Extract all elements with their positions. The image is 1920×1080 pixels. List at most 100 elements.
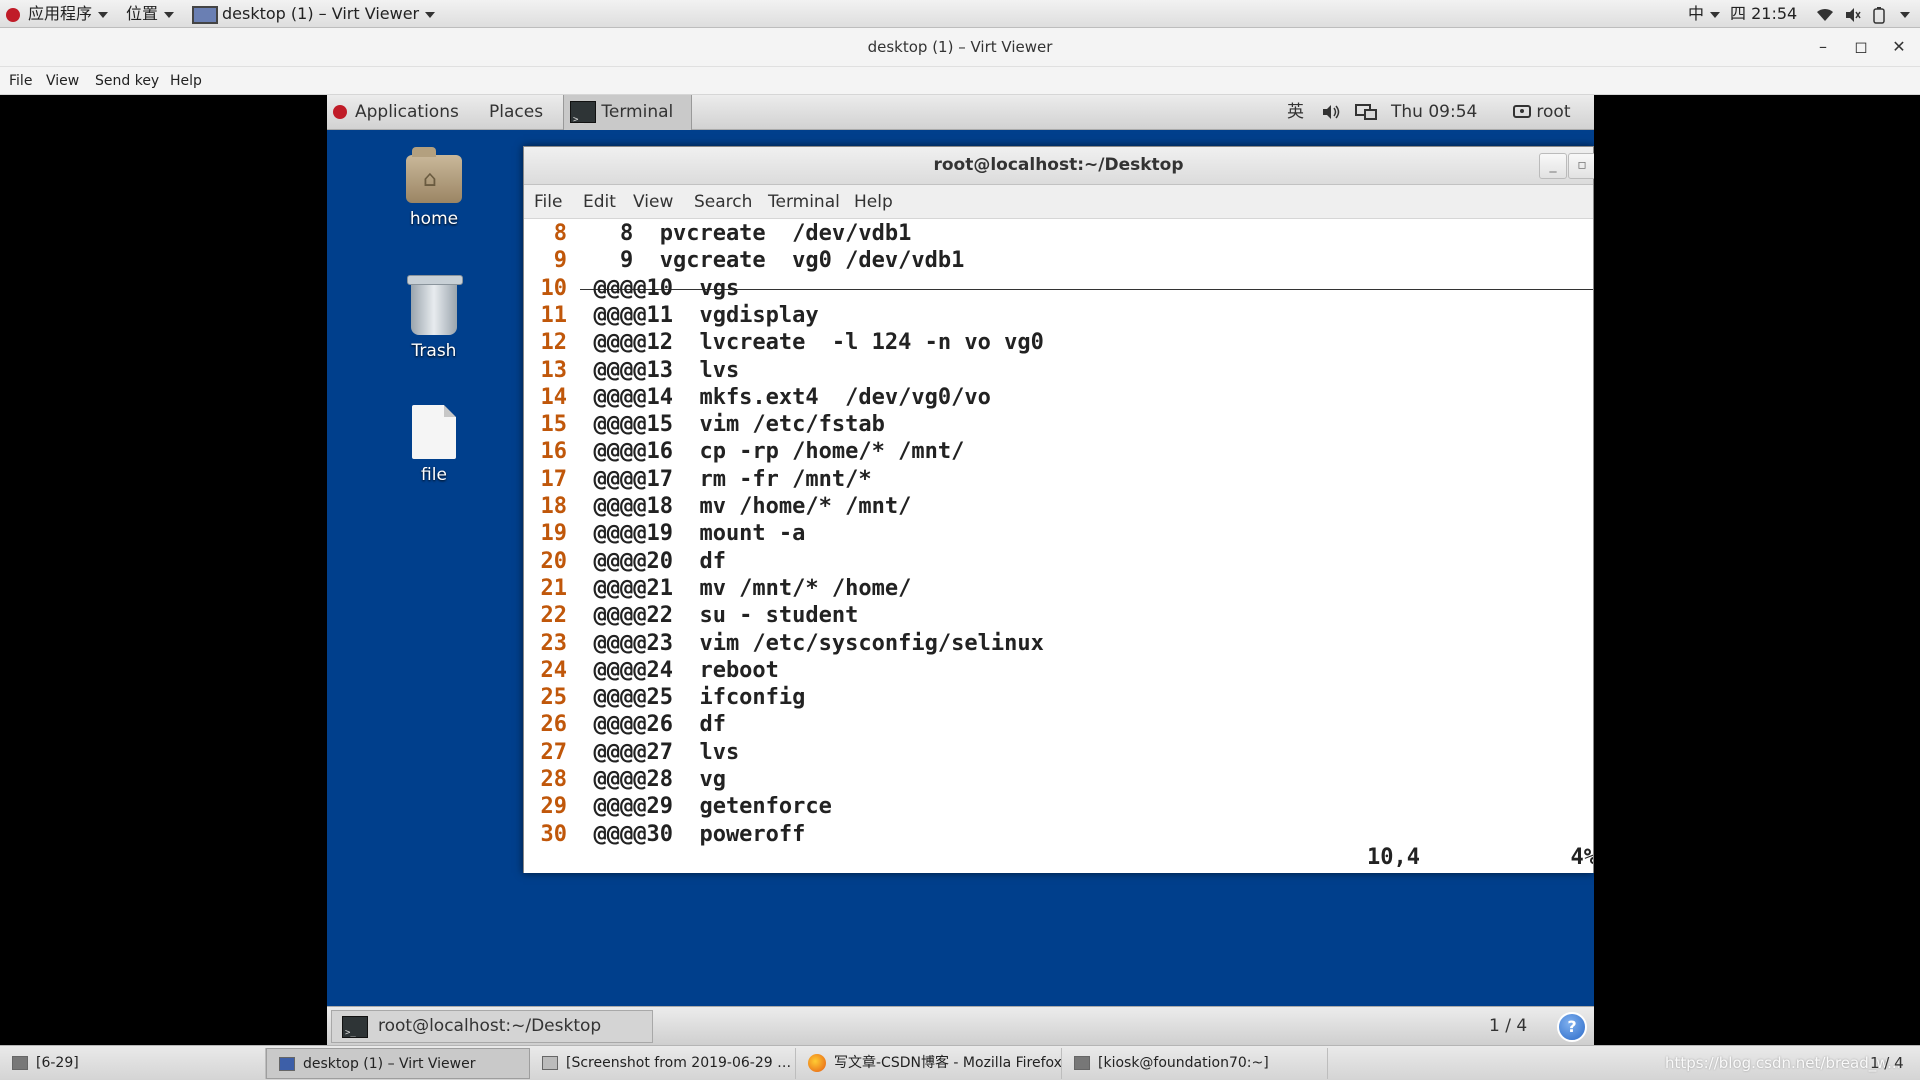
host-task-4[interactable]: 写文章-CSDN博客 - Mozilla Firefox: [796, 1048, 1062, 1079]
desktop-icon-label: Trash: [411, 341, 457, 361]
line-text: @@@@25 ifconfig: [567, 685, 806, 711]
line-text: @@@@15 vim /etc/fstab: [567, 412, 885, 438]
fedora-logo-icon: [6, 7, 20, 22]
vim-line: 21 @@@@21 mv /mnt/* /home/: [524, 575, 912, 602]
desktop-icon-home[interactable]: ⌂ home: [389, 147, 479, 229]
host-window-titlebar: desktop (1) – Virt Viewer – ◻ ✕: [0, 28, 1920, 67]
terminal-icon: [570, 101, 596, 138]
wifi-icon[interactable]: [1816, 0, 1834, 28]
host-task-3[interactable]: [Screenshot from 2019-06-29 …: [530, 1048, 796, 1079]
terminal-menu-edit[interactable]: Edit: [583, 185, 616, 219]
terminal-maximize-button[interactable]: ▫: [1568, 153, 1594, 179]
system-menu[interactable]: [1894, 0, 1910, 28]
help-icon[interactable]: ?: [1557, 1012, 1587, 1042]
vim-line: 12 @@@@12 lvcreate -l 124 -n vo vg0: [524, 329, 1044, 356]
terminal-window[interactable]: root@localhost:~/Desktop _ ▫ File Edit V…: [523, 146, 1594, 873]
vim-line: 10 @@@@10 vgs: [524, 275, 740, 302]
terminal-minimize-button[interactable]: _: [1539, 153, 1567, 179]
vim-line: 16 @@@@16 cp -rp /home/* /mnt/: [524, 438, 965, 465]
host-clock[interactable]: 四 21:54: [1730, 0, 1797, 28]
terminal-menu-file[interactable]: File: [534, 185, 562, 219]
menu-help[interactable]: Help: [170, 67, 202, 95]
host-task-label: desktop (1) – Virt Viewer: [303, 1056, 476, 1072]
terminal-menu-search[interactable]: Search: [694, 185, 752, 219]
guest-user-menu[interactable]: root: [1513, 95, 1571, 130]
guest-workspace-pager[interactable]: 1 / 4: [1489, 1010, 1527, 1043]
guest-volume-icon[interactable]: [1321, 95, 1341, 130]
host-task-label: 写文章-CSDN博客 - Mozilla Firefox: [834, 1055, 1062, 1071]
terminal-menu-help[interactable]: Help: [854, 185, 893, 219]
minimize-button[interactable]: –: [1812, 36, 1834, 58]
redhat-logo-icon: [333, 105, 347, 119]
line-text: @@@@17 rm -fr /mnt/*: [567, 466, 872, 492]
terminal-menu-terminal[interactable]: Terminal: [768, 185, 840, 219]
virt-viewer-icon: [192, 5, 218, 24]
guest-terminal-label: Terminal: [601, 102, 674, 122]
line-number: 24: [540, 657, 568, 683]
image-viewer-icon: [542, 1056, 558, 1070]
battery-icon[interactable]: [1872, 0, 1886, 28]
line-number: 13: [540, 357, 568, 383]
host-apps-menu[interactable]: 应用程序: [6, 0, 109, 28]
guest-lang-indicator[interactable]: 英: [1287, 95, 1304, 130]
vim-line: 30 @@@@30 poweroff: [524, 821, 806, 848]
watermark-text: https://blog.csdn.net/bread_w...: [1665, 1054, 1902, 1072]
guest-top-panel: Applications Places Terminal 英 Thu 09:54…: [327, 95, 1594, 138]
line-text: @@@@28 vg: [567, 767, 726, 792]
line-number: 29: [540, 794, 568, 820]
guest-task-terminal[interactable]: root@localhost:~/Desktop: [331, 1010, 653, 1045]
host-task-label: [6-29]: [36, 1055, 79, 1071]
guest-clock[interactable]: Thu 09:54: [1391, 95, 1477, 130]
line-number: 11: [540, 302, 568, 328]
line-text: @@@@29 getenforce: [567, 794, 832, 820]
host-places-menu[interactable]: 位置: [126, 0, 175, 28]
line-number: 22: [540, 603, 568, 629]
guest-places-menu[interactable]: Places: [489, 95, 543, 130]
host-workspace-pager[interactable]: 1 / 4: [1870, 1048, 1904, 1079]
menu-send-key[interactable]: Send key: [95, 67, 159, 95]
terminal-menu-view[interactable]: View: [633, 185, 673, 219]
guest-network-icon[interactable]: [1355, 95, 1377, 130]
line-number: 14: [540, 384, 568, 410]
desktop-icon-file[interactable]: file: [389, 405, 479, 485]
home-folder-icon: ⌂: [406, 147, 462, 203]
line-number: 23: [540, 630, 568, 656]
line-number: 25: [540, 685, 568, 711]
close-button[interactable]: ✕: [1888, 36, 1910, 58]
terminal-titlebar[interactable]: root@localhost:~/Desktop _ ▫: [524, 147, 1594, 185]
guest-user-label: root: [1536, 102, 1571, 122]
line-number: 28: [540, 767, 568, 792]
maximize-button[interactable]: ◻: [1850, 36, 1872, 58]
line-text: @@@@30 poweroff: [567, 821, 806, 847]
input-method-indicator[interactable]: 中: [1688, 0, 1721, 28]
menu-view[interactable]: View: [46, 67, 79, 95]
guest-applications-menu[interactable]: Applications: [333, 95, 459, 130]
menu-file[interactable]: File: [9, 67, 32, 95]
vim-line: 23 @@@@23 vim /etc/sysconfig/selinux: [524, 630, 1044, 657]
guest-display[interactable]: Applications Places Terminal 英 Thu 09:54…: [327, 95, 1594, 1045]
line-text: @@@@11 vgdisplay: [567, 302, 819, 328]
terminal-icon: [1074, 1056, 1090, 1070]
line-text: @@@@19 mount -a: [567, 521, 806, 547]
vim-line: 17 @@@@17 rm -fr /mnt/*: [524, 466, 872, 493]
line-number: 30: [540, 821, 568, 847]
host-window-menu[interactable]: desktop (1) – Virt Viewer: [192, 0, 436, 28]
terminal-content[interactable]: 8 8 pvcreate /dev/vdb1 9 9 vgcreate vg0 /…: [524, 219, 1593, 873]
host-bottom-taskbar: [6-29] desktop (1) – Virt Viewer [Screen…: [0, 1045, 1920, 1080]
line-text: @@@@18 mv /home/* /mnt/: [567, 494, 912, 519]
host-task-5[interactable]: [kiosk@foundation70:~]: [1062, 1048, 1328, 1079]
host-task-1[interactable]: [6-29]: [0, 1048, 266, 1079]
guest-applications-label: Applications: [355, 102, 459, 122]
vim-line: 15 @@@@15 vim /etc/fstab: [524, 411, 885, 438]
guest-terminal-launcher[interactable]: Terminal: [563, 95, 693, 138]
vim-line: 29 @@@@29 getenforce: [524, 793, 832, 820]
terminal-title: root@localhost:~/Desktop: [933, 155, 1184, 175]
volume-icon[interactable]: [1844, 0, 1862, 28]
vim-line: 18 @@@@18 mv /home/* /mnt/: [524, 493, 912, 520]
host-task-2[interactable]: desktop (1) – Virt Viewer: [266, 1048, 530, 1079]
line-text: @@@@10 vgs: [567, 275, 740, 301]
line-text: @@@@12 lvcreate -l 124 -n vo vg0: [567, 330, 1044, 356]
chevron-down-icon: [425, 11, 436, 18]
desktop-icon-trash[interactable]: Trash: [389, 275, 479, 361]
terminal-icon: [342, 1016, 368, 1045]
